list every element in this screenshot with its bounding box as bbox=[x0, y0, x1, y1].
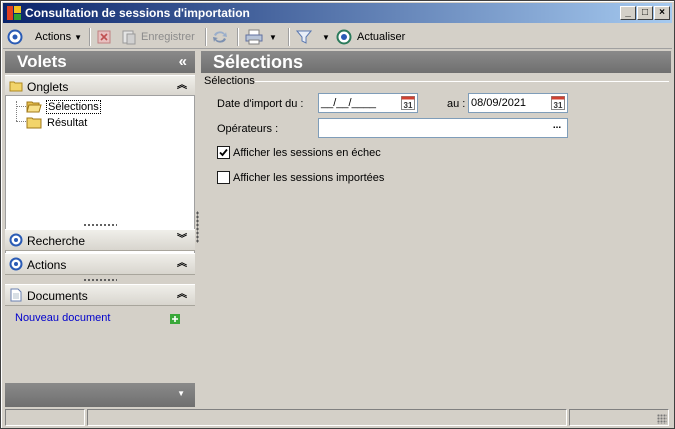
calendar-day: 31 bbox=[404, 101, 413, 110]
ellipsis-button[interactable]: ... bbox=[549, 121, 565, 135]
resize-grip-icon[interactable] bbox=[657, 414, 667, 424]
volets-header: Volets « bbox=[5, 51, 195, 73]
tree-line bbox=[16, 121, 26, 122]
toolbar-separator bbox=[205, 28, 207, 46]
group-title: Sélections bbox=[204, 75, 255, 87]
chevron-double-up-icon[interactable]: ︽ bbox=[177, 254, 187, 274]
main-window: Consultation de sessions d'importation _… bbox=[0, 0, 675, 429]
tree-item-label: Sélections bbox=[46, 100, 101, 114]
operators-label: Opérateurs : bbox=[217, 123, 279, 135]
collapse-icon[interactable]: « bbox=[179, 51, 187, 73]
save-label: Enregistrer bbox=[141, 31, 195, 43]
filter-button[interactable]: ▼ bbox=[296, 28, 330, 46]
toolbar-separator bbox=[89, 28, 91, 46]
target-icon[interactable] bbox=[7, 28, 23, 46]
tree-line bbox=[16, 106, 26, 107]
folder-icon bbox=[9, 81, 23, 92]
app-icon bbox=[7, 6, 21, 20]
filter-icon bbox=[296, 30, 312, 44]
volets-title: Volets bbox=[17, 52, 67, 71]
group-divider bbox=[255, 81, 669, 82]
section-onglets[interactable]: Onglets ︽ bbox=[5, 75, 195, 97]
refresh-icon bbox=[336, 29, 352, 45]
side-panel: Volets « Onglets ︽ Sélections Résultat R bbox=[5, 51, 195, 407]
failed-sessions-checkbox[interactable] bbox=[217, 146, 230, 159]
splitter-grip[interactable] bbox=[83, 223, 117, 227]
panel-footer[interactable]: ▼ bbox=[5, 383, 195, 407]
recherche-label: Recherche bbox=[27, 234, 86, 248]
date-to-label: au : bbox=[447, 98, 466, 110]
title-bar[interactable]: Consultation de sessions d'importation _… bbox=[3, 3, 672, 23]
toolbar: Actions ▼ Enregistrer ▼ ▼ Actualiser bbox=[3, 25, 672, 49]
chevron-down-icon: ▼ bbox=[322, 32, 330, 42]
chevron-down-icon: ▼ bbox=[74, 32, 82, 42]
imported-sessions-label: Afficher les sessions importées bbox=[233, 172, 385, 184]
chevron-double-down-icon[interactable]: ︾ bbox=[177, 230, 187, 250]
save-button[interactable]: Enregistrer bbox=[121, 28, 195, 46]
chevron-double-up-icon[interactable]: ︽ bbox=[177, 76, 187, 96]
content-header: Sélections bbox=[201, 51, 671, 73]
sync-icon[interactable] bbox=[211, 28, 229, 46]
section-actions[interactable]: Actions ︽ bbox=[5, 253, 195, 275]
failed-sessions-label: Afficher les sessions en échec bbox=[233, 147, 381, 159]
folder-open-icon bbox=[26, 101, 42, 113]
tree-item-resultat[interactable]: Résultat bbox=[26, 115, 87, 131]
add-icon[interactable] bbox=[170, 314, 180, 324]
date-to-field[interactable]: 08/09/2021 31 bbox=[468, 93, 568, 113]
chevron-down-icon: ▼ bbox=[177, 389, 185, 398]
status-cell bbox=[569, 409, 669, 426]
document-icon bbox=[10, 288, 22, 302]
printer-icon bbox=[245, 29, 263, 45]
close-button[interactable]: × bbox=[654, 6, 670, 20]
print-button[interactable]: ▼ bbox=[245, 28, 277, 46]
status-cell bbox=[87, 409, 567, 426]
save-icon bbox=[122, 30, 136, 45]
toolbar-separator bbox=[237, 28, 239, 46]
vertical-splitter[interactable] bbox=[196, 211, 199, 243]
actions-label: Actions bbox=[27, 258, 67, 272]
date-to-value: 08/09/2021 bbox=[471, 97, 527, 109]
actions-menu-label: Actions bbox=[35, 31, 72, 43]
toolbar-separator bbox=[288, 28, 290, 46]
chevron-double-up-icon[interactable]: ︽ bbox=[177, 285, 187, 305]
date-import-label: Date d'import du : bbox=[217, 98, 304, 110]
documents-label: Documents bbox=[27, 289, 88, 303]
delete-icon[interactable] bbox=[97, 28, 111, 46]
section-recherche[interactable]: Recherche ︾ bbox=[5, 229, 195, 251]
date-from-field[interactable]: __/__/____ 31 bbox=[318, 93, 418, 113]
folder-icon bbox=[26, 117, 42, 129]
refresh-button[interactable]: Actualiser bbox=[336, 28, 405, 46]
calendar-icon[interactable]: 31 bbox=[401, 96, 415, 110]
chevron-down-icon: ▼ bbox=[269, 32, 277, 42]
status-cell bbox=[5, 409, 85, 426]
refresh-label: Actualiser bbox=[357, 31, 406, 43]
checkmark-icon bbox=[219, 148, 228, 157]
onglets-label: Onglets bbox=[27, 80, 69, 94]
tree-line bbox=[16, 101, 17, 121]
content-area: Sélections Sélections Date d'import du :… bbox=[201, 51, 671, 407]
maximize-button[interactable]: □ bbox=[637, 6, 653, 20]
actions-menu-button[interactable]: Actions ▼ bbox=[35, 28, 82, 46]
operators-field[interactable]: ... bbox=[318, 118, 568, 138]
imported-sessions-checkbox[interactable] bbox=[217, 171, 230, 184]
window-title: Consultation de sessions d'importation bbox=[25, 6, 250, 20]
section-documents[interactable]: Documents ︽ bbox=[5, 284, 195, 306]
target-icon bbox=[9, 233, 23, 247]
new-document-link[interactable]: Nouveau document bbox=[15, 312, 110, 324]
status-bar bbox=[3, 409, 672, 427]
date-from-value: __/__/____ bbox=[321, 97, 377, 109]
target-icon bbox=[9, 257, 23, 271]
calendar-day: 31 bbox=[554, 101, 563, 110]
tree-item-selections[interactable]: Sélections bbox=[26, 99, 101, 115]
splitter-grip[interactable] bbox=[83, 278, 117, 282]
tree-item-label: Résultat bbox=[47, 117, 88, 129]
calendar-icon[interactable]: 31 bbox=[551, 96, 565, 110]
minimize-button[interactable]: _ bbox=[620, 6, 636, 20]
